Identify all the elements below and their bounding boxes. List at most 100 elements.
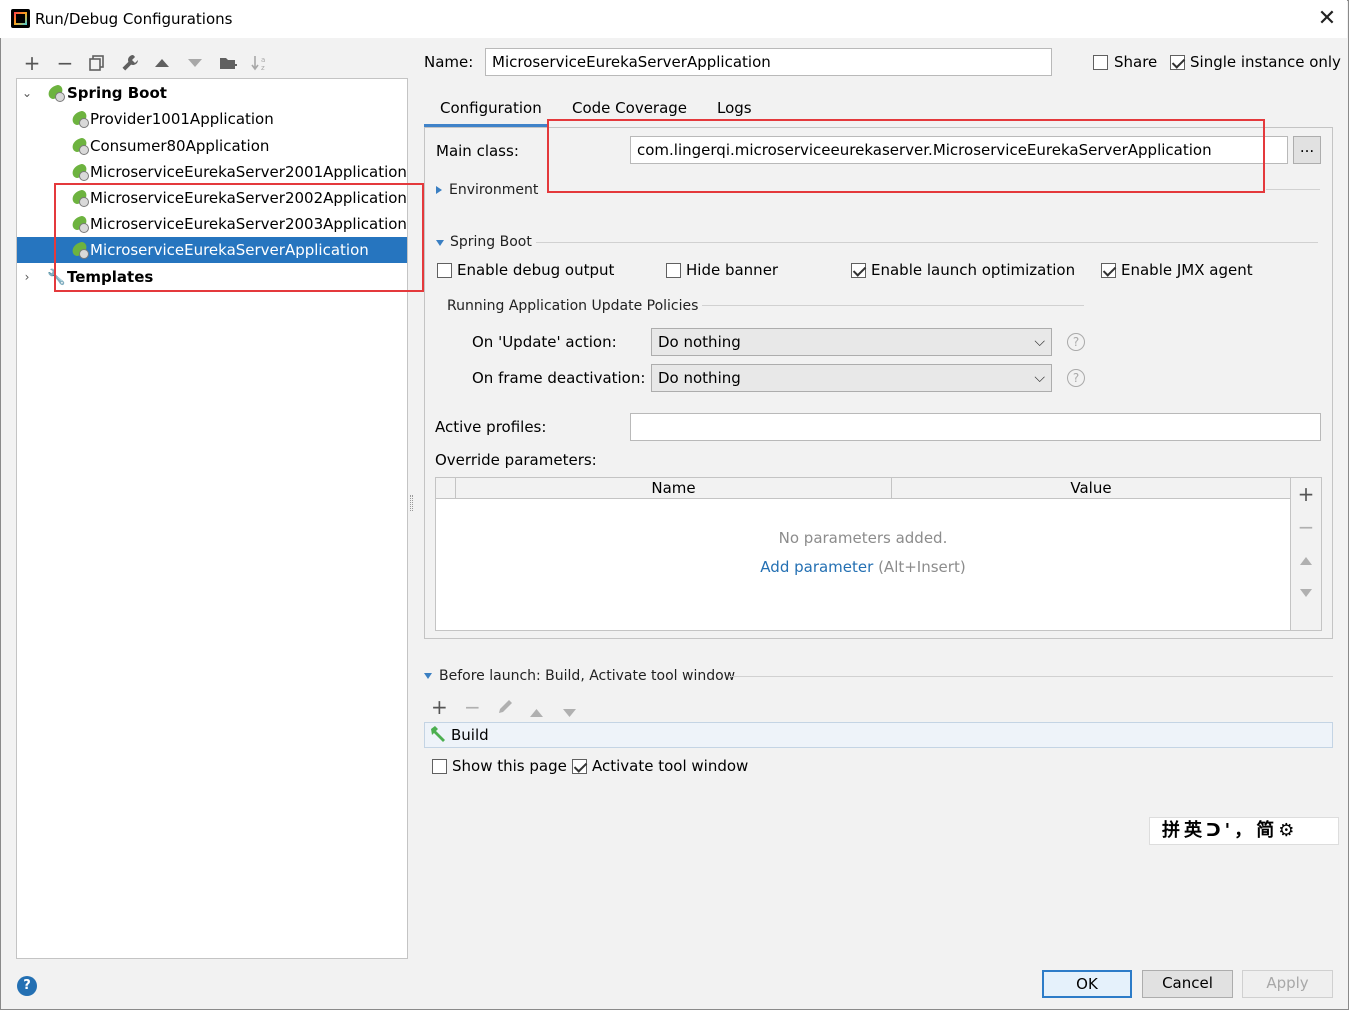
spring-boot-section[interactable]: Spring Boot xyxy=(450,234,532,250)
arrow-down-icon[interactable] xyxy=(563,703,576,721)
pencil-icon[interactable] xyxy=(497,698,514,719)
launch-optimization-checkbox[interactable] xyxy=(851,263,866,278)
arrow-down-icon[interactable] xyxy=(184,52,206,74)
plus-icon[interactable]: + xyxy=(431,695,448,719)
show-this-page-label: Show this page xyxy=(452,757,567,775)
arrow-down-icon[interactable] xyxy=(1291,580,1321,604)
arrow-up-icon[interactable] xyxy=(151,52,173,74)
chevron-down-icon[interactable]: ⌄ xyxy=(20,80,34,106)
activate-tool-window-label: Activate tool window xyxy=(592,757,749,775)
tree-item-label: MicroserviceEurekaServer2001Application xyxy=(90,163,407,181)
svg-text:a: a xyxy=(261,56,265,64)
name-input[interactable]: MicroserviceEurekaServerApplication xyxy=(485,48,1052,76)
add-parameter-link[interactable]: Add parameter xyxy=(760,558,873,576)
build-task-label: Build xyxy=(451,726,489,744)
enable-debug-checkbox[interactable] xyxy=(437,263,452,278)
apply-button[interactable]: Apply xyxy=(1242,970,1333,998)
highlight-box-main-class xyxy=(547,119,1265,193)
share-label: Share xyxy=(1114,53,1158,71)
enable-debug-label: Enable debug output xyxy=(457,261,615,279)
spring-boot-icon xyxy=(70,162,89,181)
wrench-icon[interactable] xyxy=(119,52,141,74)
intellij-app-icon xyxy=(11,9,30,28)
hide-banner-checkbox[interactable] xyxy=(666,263,681,278)
close-icon[interactable]: ✕ xyxy=(1314,6,1340,32)
before-launch-task-row[interactable]: Build xyxy=(424,722,1333,748)
table-header-spacer xyxy=(436,478,456,499)
minus-icon[interactable]: − xyxy=(54,52,76,74)
help-icon[interactable]: ? xyxy=(17,976,37,996)
help-icon[interactable]: ? xyxy=(1067,333,1085,351)
divider xyxy=(730,676,1333,677)
spring-boot-icon xyxy=(70,109,89,128)
chevron-right-icon[interactable]: › xyxy=(20,264,34,290)
environment-section[interactable]: Environment xyxy=(449,182,538,198)
help-icon[interactable]: ? xyxy=(1067,369,1085,387)
collapse-down-icon[interactable] xyxy=(436,240,444,246)
on-frame-select[interactable]: Do nothing ⌵ xyxy=(651,364,1052,392)
ok-button[interactable]: OK xyxy=(1042,970,1132,998)
single-instance-checkbox[interactable] xyxy=(1170,55,1185,70)
column-header-name[interactable]: Name xyxy=(456,478,892,499)
tab-configuration[interactable]: Configuration xyxy=(440,97,542,125)
override-parameters-label: Override parameters: xyxy=(435,451,597,469)
copy-icon[interactable] xyxy=(86,52,108,74)
arrow-up-icon[interactable] xyxy=(1291,548,1321,572)
hammer-icon xyxy=(429,725,447,747)
plus-icon[interactable]: + xyxy=(21,52,43,74)
column-header-value[interactable]: Value xyxy=(892,478,1290,499)
before-launch-heading[interactable]: Before launch: Build, Activate tool wind… xyxy=(439,668,735,684)
spring-boot-icon xyxy=(46,83,65,102)
hide-banner-label: Hide banner xyxy=(686,261,779,279)
arrow-up-icon[interactable] xyxy=(530,703,543,721)
folder-add-icon[interactable] xyxy=(217,52,239,74)
main-class-label: Main class: xyxy=(436,142,519,160)
single-instance-label: Single instance only xyxy=(1190,53,1341,71)
chevron-down-icon: ⌵ xyxy=(1034,334,1045,350)
ime-toolbar[interactable]: 拼英ᑐ'，简⚙ xyxy=(1149,817,1339,845)
sort-icon[interactable]: az xyxy=(249,52,271,74)
jmx-agent-label: Enable JMX agent xyxy=(1121,261,1253,279)
update-policies-heading: Running Application Update Policies xyxy=(447,298,699,314)
on-update-select[interactable]: Do nothing ⌵ xyxy=(651,328,1052,356)
on-frame-label: On frame deactivation: xyxy=(472,369,646,387)
override-parameters-table[interactable]: Name Value No parameters added. Add para… xyxy=(435,477,1322,631)
chevron-down-icon: ⌵ xyxy=(1034,370,1045,386)
show-this-page-checkbox[interactable] xyxy=(432,759,447,774)
on-update-value: Do nothing xyxy=(658,333,741,351)
cancel-button[interactable]: Cancel xyxy=(1142,970,1233,998)
collapse-down-icon[interactable] xyxy=(424,673,432,679)
highlight-box-tree xyxy=(54,183,424,292)
divider xyxy=(702,305,1084,306)
active-profiles-input[interactable] xyxy=(630,413,1321,441)
tree-node-spring-boot[interactable]: ⌄ Spring Boot xyxy=(17,80,407,106)
tree-item-eureka2001[interactable]: MicroserviceEurekaServer2001Application xyxy=(17,159,407,185)
launch-optimization-label: Enable launch optimization xyxy=(871,261,1076,279)
on-frame-value: Do nothing xyxy=(658,369,741,387)
empty-table-text: No parameters added. xyxy=(778,529,948,547)
tree-item-provider1001[interactable]: Provider1001Application xyxy=(17,106,407,132)
svg-text:z: z xyxy=(261,64,265,72)
plus-icon[interactable]: + xyxy=(1291,482,1321,506)
tree-item-consumer80[interactable]: Consumer80Application xyxy=(17,133,407,159)
add-parameter-shortcut: (Alt+Insert) xyxy=(878,558,966,576)
on-update-label: On 'Update' action: xyxy=(472,333,617,351)
share-checkbox[interactable] xyxy=(1093,55,1108,70)
minus-icon[interactable]: − xyxy=(1291,515,1321,539)
minus-icon[interactable]: − xyxy=(464,695,481,719)
tree-node-label: Spring Boot xyxy=(67,84,167,102)
spring-boot-icon xyxy=(70,136,89,155)
splitter-handle[interactable] xyxy=(410,495,413,511)
name-label: Name: xyxy=(424,53,474,71)
active-profiles-label: Active profiles: xyxy=(435,418,547,436)
add-parameter-row: Add parameter (Alt+Insert) xyxy=(436,558,1290,576)
expand-right-icon[interactable] xyxy=(436,186,442,194)
window-title: Run/Debug Configurations xyxy=(35,10,233,28)
browse-button[interactable]: ... xyxy=(1293,136,1321,164)
tree-item-label: Consumer80Application xyxy=(90,137,270,155)
divider xyxy=(536,242,1318,243)
divider xyxy=(1266,189,1320,190)
activate-tool-window-checkbox[interactable] xyxy=(572,759,587,774)
tree-item-label: Provider1001Application xyxy=(90,110,274,128)
jmx-agent-checkbox[interactable] xyxy=(1101,263,1116,278)
